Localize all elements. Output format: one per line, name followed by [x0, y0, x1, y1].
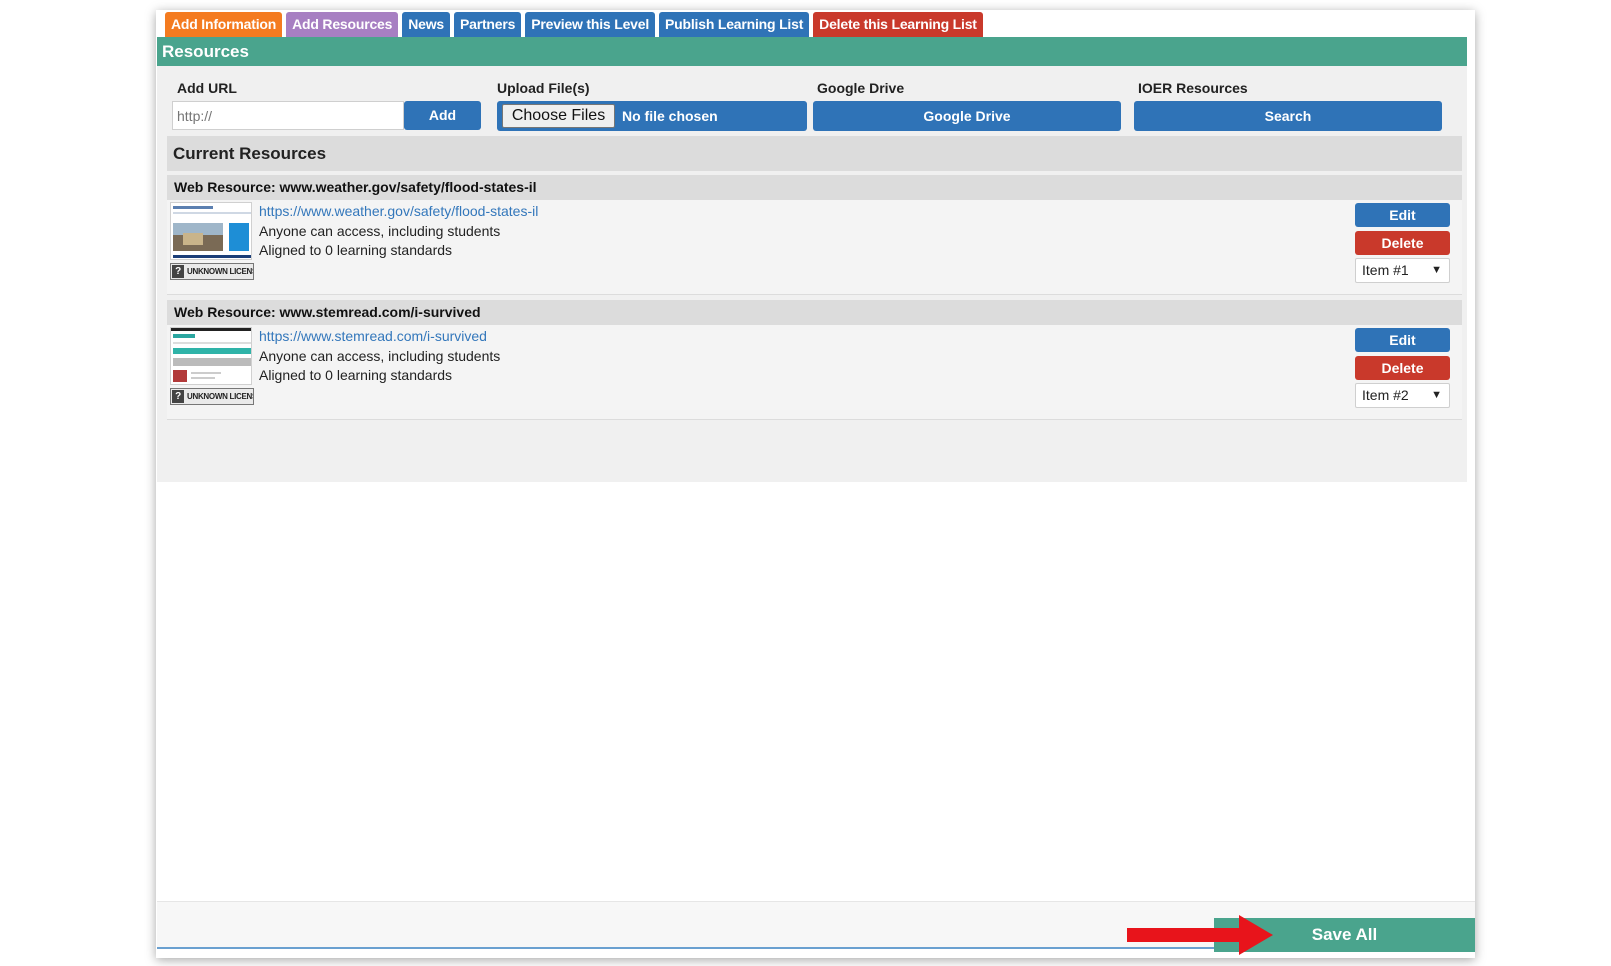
tab-add-information[interactable]: Add Information: [165, 12, 283, 37]
resource-card: Web Resource: www.weather.gov/safety/flo…: [167, 175, 1462, 295]
resource-header: Web Resource: www.stemread.com/i-survive…: [167, 300, 1462, 325]
current-resources-title: Current Resources: [167, 136, 1462, 171]
order-select-value: Item #2: [1362, 387, 1409, 403]
license-text: UNKNOWN LICENSE: [187, 392, 253, 401]
resource-standards: Aligned to 0 learning standards: [259, 367, 453, 383]
order-select[interactable]: Item #1 ▼: [1355, 258, 1450, 283]
question-icon: ?: [172, 265, 184, 278]
red-arrow-annotation-icon: [1127, 915, 1273, 955]
upload-label: Upload File(s): [497, 80, 590, 96]
resource-access: Anyone can access, including students: [259, 348, 501, 364]
resource-access: Anyone can access, including students: [259, 223, 501, 239]
delete-button[interactable]: Delete: [1355, 356, 1450, 380]
ioer-label: IOER Resources: [1138, 80, 1248, 96]
tab-add-resources[interactable]: Add Resources: [286, 12, 399, 37]
section-title: Resources: [157, 37, 1467, 66]
file-status: No file chosen: [622, 108, 718, 124]
tab-partners[interactable]: Partners: [454, 12, 522, 37]
tab-publish-learning-list[interactable]: Publish Learning List: [659, 12, 810, 37]
resource-card: Web Resource: www.stemread.com/i-survive…: [167, 300, 1462, 420]
url-input[interactable]: [172, 101, 404, 130]
dropdown-arrow-icon: ▼: [1431, 389, 1442, 401]
tab-bar: Add Information Add Resources News Partn…: [165, 12, 983, 37]
license-badge: ? UNKNOWN LICENSE: [170, 388, 254, 405]
dropdown-arrow-icon: ▼: [1431, 264, 1442, 276]
tab-delete-learning-list[interactable]: Delete this Learning List: [813, 12, 983, 37]
resource-standards: Aligned to 0 learning standards: [259, 242, 453, 258]
delete-button[interactable]: Delete: [1355, 231, 1450, 255]
tab-preview-level[interactable]: Preview this Level: [525, 12, 656, 37]
edit-button[interactable]: Edit: [1355, 328, 1450, 352]
file-upload: Choose Files No file chosen: [497, 101, 807, 131]
question-icon: ?: [172, 390, 184, 403]
tab-news[interactable]: News: [402, 12, 450, 37]
resource-thumbnail[interactable]: [170, 202, 252, 260]
resource-link[interactable]: https://www.stemread.com/i-survived: [259, 328, 487, 344]
edit-button[interactable]: Edit: [1355, 203, 1450, 227]
choose-files-button[interactable]: Choose Files: [502, 104, 615, 128]
ioer-search-button[interactable]: Search: [1134, 101, 1442, 131]
license-text: UNKNOWN LICENSE: [187, 267, 253, 276]
add-url-label: Add URL: [177, 80, 237, 96]
resource-link[interactable]: https://www.weather.gov/safety/flood-sta…: [259, 203, 538, 219]
add-url-button[interactable]: Add: [404, 101, 481, 130]
google-drive-label: Google Drive: [817, 80, 905, 96]
license-badge: ? UNKNOWN LICENSE: [170, 263, 254, 280]
google-drive-button[interactable]: Google Drive: [813, 101, 1121, 131]
resource-header: Web Resource: www.weather.gov/safety/flo…: [167, 175, 1462, 200]
order-select[interactable]: Item #2 ▼: [1355, 383, 1450, 408]
order-select-value: Item #1: [1362, 262, 1409, 278]
resource-thumbnail[interactable]: [170, 327, 252, 385]
